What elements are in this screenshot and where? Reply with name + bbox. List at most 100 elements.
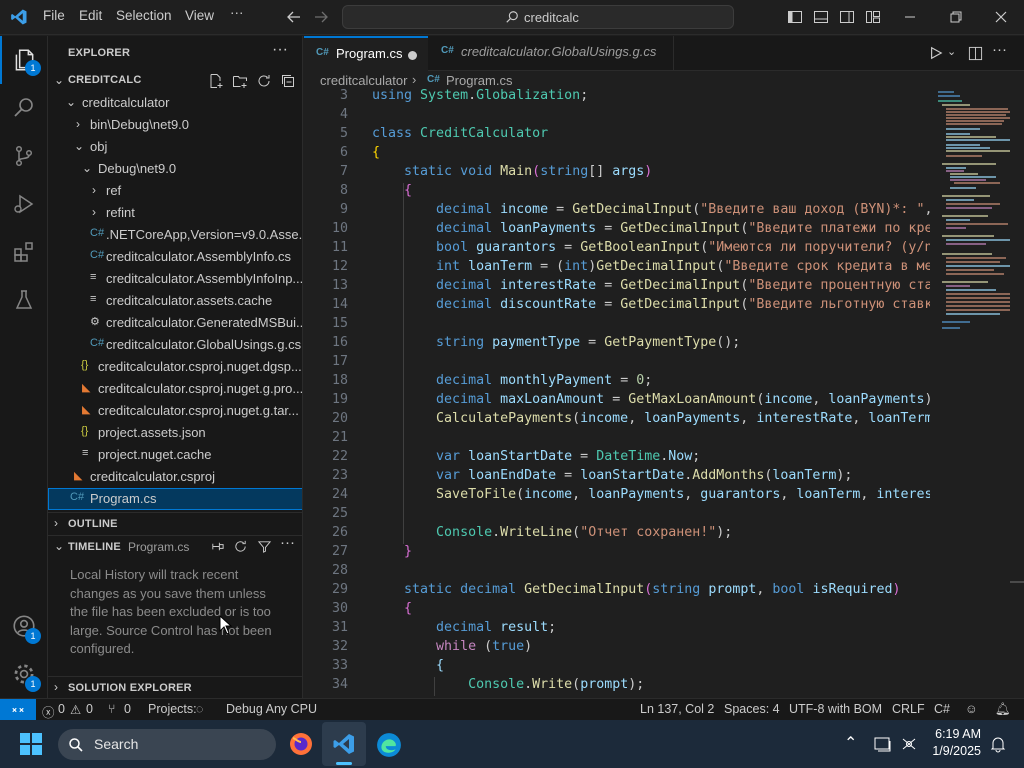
menu-edit[interactable]: Edit bbox=[79, 8, 102, 23]
tree-file-netcoreapp[interactable]: C# .NETCoreApp,Version=v9.0.Asse... bbox=[48, 224, 302, 246]
language-mode[interactable]: C# bbox=[934, 702, 950, 716]
tree-file-project-nuget-cache[interactable]: ≡ project.nuget.cache bbox=[48, 444, 302, 466]
cursor-position[interactable]: Ln 137, Col 2 bbox=[640, 702, 714, 716]
solution-explorer-section[interactable]: › SOLUTION EXPLORER bbox=[48, 676, 302, 698]
accounts-icon[interactable]: 1 bbox=[0, 602, 48, 650]
remote-indicator[interactable] bbox=[0, 699, 36, 721]
build-config[interactable]: Debug Any CPU bbox=[226, 702, 317, 716]
forward-arrow-icon[interactable] bbox=[313, 9, 329, 25]
line-number: 32 bbox=[331, 639, 348, 654]
menu-more[interactable]: ··· bbox=[230, 5, 244, 20]
back-arrow-icon[interactable] bbox=[286, 9, 302, 25]
tree-file-assemblyinfo[interactable]: C# creditcalculator.AssemblyInfo.cs bbox=[48, 246, 302, 268]
indentation[interactable]: Spaces: 4 bbox=[724, 702, 780, 716]
unsaved-dot-icon[interactable] bbox=[408, 51, 417, 60]
error-count[interactable]: 0 bbox=[58, 702, 65, 716]
run-dropdown-chevron-icon[interactable]: ⌄ bbox=[947, 45, 956, 58]
tree-file-globalusings[interactable]: C# creditcalculator.GlobalUsings.g.cs bbox=[48, 334, 302, 356]
new-folder-icon[interactable] bbox=[232, 73, 248, 89]
line-number: 4 bbox=[339, 107, 348, 122]
line-number: 24 bbox=[331, 487, 348, 502]
manage-gear-icon[interactable]: 1 bbox=[0, 650, 48, 698]
extensions-icon[interactable] bbox=[0, 228, 48, 276]
tree-file-dgspec[interactable]: {} creditcalculator.csproj.nuget.dgsp... bbox=[48, 356, 302, 378]
search-view-icon[interactable] bbox=[0, 84, 48, 132]
collapse-all-icon[interactable] bbox=[280, 73, 296, 89]
explorer-more-button[interactable]: ··· bbox=[272, 41, 288, 59]
warning-count[interactable]: 0 bbox=[86, 702, 93, 716]
csharp-file-icon: C# bbox=[90, 337, 105, 349]
scrollbar-marker bbox=[1010, 581, 1024, 583]
tree-file-nuget-targets[interactable]: ◣ creditcalculator.csproj.nuget.g.tar... bbox=[48, 400, 302, 422]
toggle-primary-sidebar-icon[interactable] bbox=[787, 9, 803, 25]
run-debug-icon[interactable] bbox=[0, 180, 48, 228]
projects-label[interactable]: Projects: bbox=[148, 702, 197, 716]
new-file-icon[interactable] bbox=[208, 73, 224, 89]
breadcrumb-folder[interactable]: creditcalculator bbox=[320, 73, 407, 88]
source-control-icon[interactable] bbox=[0, 132, 48, 180]
tree-folder-debug[interactable]: ⌄ Debug\net9.0 bbox=[48, 158, 302, 180]
line-number: 28 bbox=[331, 563, 348, 578]
tree-folder-obj[interactable]: ⌄ obj bbox=[48, 136, 302, 158]
code-editor[interactable]: 3 4 5 6 7 8 9 10 11 12 13 14 15 16 17 18 19 20 21 22 23 24 25 2… bbox=[304, 88, 930, 698]
line-ending[interactable]: CRLF bbox=[892, 702, 925, 716]
edge-icon[interactable] bbox=[376, 732, 402, 758]
split-editor-icon[interactable] bbox=[968, 46, 983, 61]
tree-file-assemblyinfoinputs[interactable]: ≡ creditcalculator.AssemblyInfoInp... bbox=[48, 268, 302, 290]
vscode-taskbar-icon[interactable] bbox=[322, 722, 366, 766]
clock-time[interactable]: 6:19 AM bbox=[933, 727, 981, 741]
csharp-file-icon: C# bbox=[90, 249, 105, 261]
clock-date[interactable]: 1/9/2025 bbox=[927, 744, 981, 758]
close-icon[interactable] bbox=[993, 9, 1009, 25]
menu-file[interactable]: File bbox=[43, 8, 65, 23]
minimize-icon[interactable] bbox=[902, 9, 918, 25]
chevron-right-icon: › bbox=[54, 680, 58, 694]
explorer-icon[interactable]: 1 bbox=[0, 36, 48, 84]
tree-file-project-assets[interactable]: {} project.assets.json bbox=[48, 422, 302, 444]
ports-icon: ⑂ bbox=[108, 702, 116, 716]
tree-folder-bin[interactable]: › bin\Debug\net9.0 bbox=[48, 114, 302, 136]
timeline-section[interactable]: ⌄ TIMELINE Program.cs ··· bbox=[48, 534, 302, 557]
tree-folder-creditcalculator[interactable]: ⌄ creditcalculator bbox=[48, 92, 302, 114]
pin-icon[interactable] bbox=[210, 539, 225, 554]
firefox-icon[interactable] bbox=[289, 732, 313, 756]
project-root[interactable]: ⌄ CREDITCALC bbox=[48, 70, 302, 92]
network-icon[interactable] bbox=[900, 735, 918, 753]
tree-file-csproj[interactable]: ◣ creditcalculator.csproj bbox=[48, 466, 302, 488]
taskbar-search[interactable]: Search bbox=[58, 729, 276, 760]
minimap[interactable] bbox=[930, 88, 1024, 698]
restore-icon[interactable] bbox=[948, 9, 964, 25]
refresh-icon[interactable] bbox=[256, 73, 272, 89]
copilot-icon[interactable]: ☺ bbox=[965, 702, 978, 716]
testing-icon[interactable] bbox=[0, 276, 48, 324]
system-tray-chevron-icon[interactable]: ⌃ bbox=[844, 733, 857, 753]
refresh-timeline-icon[interactable] bbox=[233, 539, 248, 554]
outline-section[interactable]: › OUTLINE bbox=[48, 512, 302, 534]
tree-file-generatedmsbuild[interactable]: ⚙ creditcalculator.GeneratedMSBui... bbox=[48, 312, 302, 334]
menu-selection[interactable]: Selection bbox=[116, 8, 172, 23]
ports-count[interactable]: 0 bbox=[124, 702, 131, 716]
command-center-search[interactable]: creditcalc bbox=[342, 5, 734, 29]
encoding[interactable]: UTF-8 with BOM bbox=[789, 702, 882, 716]
run-icon[interactable] bbox=[929, 46, 943, 60]
customize-layout-icon[interactable] bbox=[865, 9, 881, 25]
notifications-bell-icon[interactable]: 🔔︎ bbox=[995, 702, 1011, 717]
filter-icon[interactable] bbox=[257, 539, 272, 554]
menu-view[interactable]: View bbox=[185, 8, 214, 23]
toggle-panel-icon[interactable] bbox=[813, 9, 829, 25]
tree-file-program-cs[interactable]: C# Program.cs bbox=[48, 488, 302, 510]
tab-globalusings[interactable]: C# creditcalculator.GlobalUsings.g.cs bbox=[428, 36, 674, 71]
windows-start-icon[interactable] bbox=[20, 733, 42, 755]
taskview-icon[interactable] bbox=[874, 735, 892, 753]
tree-file-nuget-props[interactable]: ◣ creditcalculator.csproj.nuget.g.pro... bbox=[48, 378, 302, 400]
toggle-secondary-sidebar-icon[interactable] bbox=[839, 9, 855, 25]
tree-folder-ref[interactable]: › ref bbox=[48, 180, 302, 202]
tab-program-cs[interactable]: C# Program.cs bbox=[304, 36, 428, 71]
line-number: 12 bbox=[331, 259, 348, 274]
tree-file-assets-cache[interactable]: ≡ creditcalculator.assets.cache bbox=[48, 290, 302, 312]
timeline-more-button[interactable]: ··· bbox=[280, 534, 295, 551]
notifications-bell-icon[interactable] bbox=[989, 735, 1007, 753]
breadcrumb-file[interactable]: Program.cs bbox=[446, 73, 512, 88]
tree-folder-refint[interactable]: › refint bbox=[48, 202, 302, 224]
editor-more-button[interactable]: ··· bbox=[992, 41, 1007, 58]
